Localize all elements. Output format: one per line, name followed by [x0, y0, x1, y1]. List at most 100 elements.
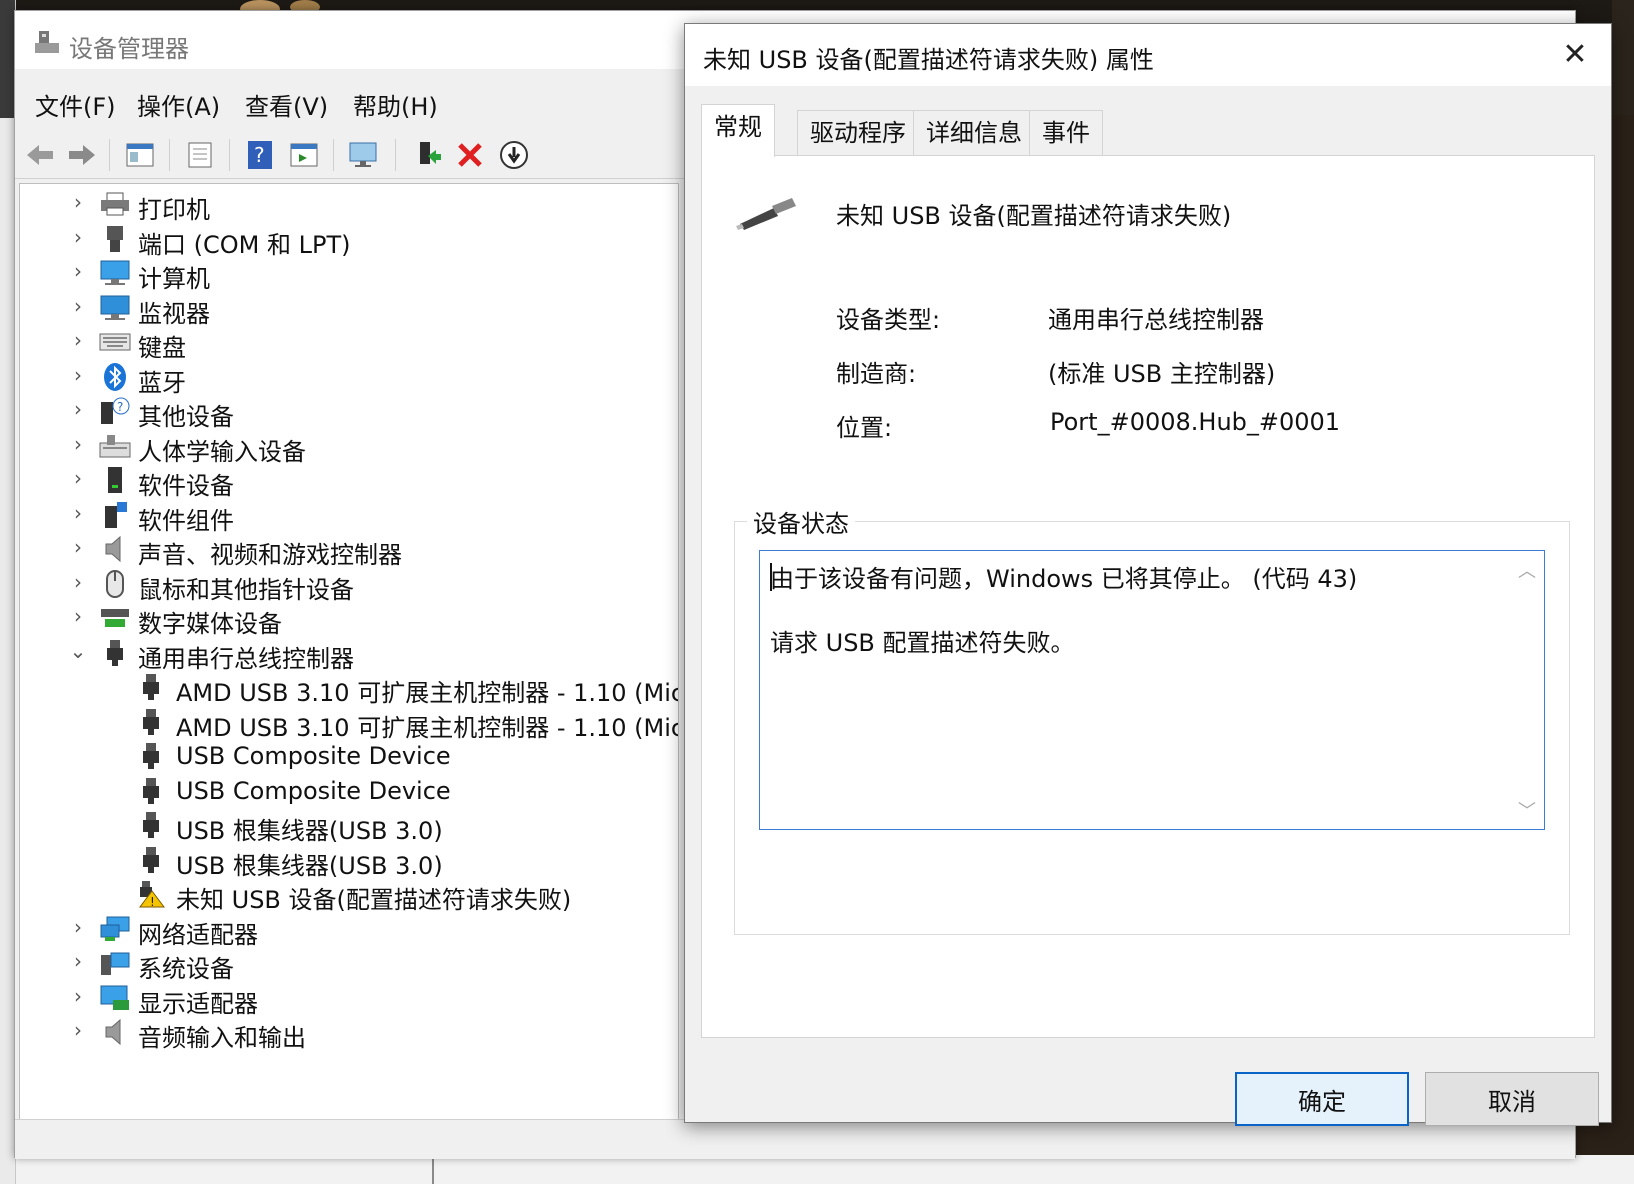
chevron-right-icon[interactable]: ›	[68, 535, 88, 559]
tree-item-computer[interactable]: › 计算机	[20, 255, 678, 293]
scroll-up-icon[interactable]: ︿	[1510, 553, 1544, 587]
chevron-down-icon[interactable]: ⌄	[68, 639, 88, 663]
menu-action[interactable]: 操作(A)	[137, 87, 220, 122]
update-view-icon[interactable]	[287, 139, 321, 171]
tree-item-usb-child[interactable]: USB Composite Device	[20, 738, 678, 774]
tree-item-label: USB Composite Device	[176, 742, 451, 770]
background-window-edge	[0, 1155, 1634, 1184]
chevron-right-icon[interactable]: ›	[68, 466, 88, 490]
ok-button[interactable]: 确定	[1235, 1072, 1409, 1126]
usb-plug-icon	[134, 844, 168, 876]
scroll-down-icon[interactable]: ﹀	[1510, 793, 1544, 827]
usb-plug-icon	[134, 809, 168, 841]
tree-item-usb-child[interactable]: USB 根集线器(USB 3.0)	[20, 807, 678, 845]
speaker-icon	[98, 1016, 132, 1048]
status-scrollbar[interactable]: ︿ ﹀	[1510, 551, 1544, 829]
chevron-right-icon[interactable]: ›	[68, 949, 88, 973]
dialog-titlebar: 未知 USB 设备(配置描述符请求失败) 属性 ✕	[685, 24, 1611, 86]
chevron-right-icon[interactable]: ›	[68, 259, 88, 283]
chevron-right-icon[interactable]: ›	[68, 570, 88, 594]
chevron-right-icon[interactable]: ›	[68, 328, 88, 352]
forward-arrow-icon[interactable]	[65, 139, 99, 171]
tree-item-display-adapters[interactable]: › 显示适配器	[20, 980, 678, 1018]
chevron-right-icon[interactable]: ›	[68, 915, 88, 939]
chevron-right-icon[interactable]: ›	[68, 363, 88, 387]
chevron-right-icon[interactable]: ›	[68, 501, 88, 525]
tree-item-label: 音频输入和输出	[138, 1024, 306, 1052]
tree-item-usb-child[interactable]: AMD USB 3.10 可扩展主机控制器 - 1.10 (Micro	[20, 704, 678, 742]
device-status-textbox[interactable]: 由于该设备有问题，Windows 已将其停止。 (代码 43) 请求 USB 配…	[759, 550, 1545, 830]
printer-icon	[98, 188, 132, 220]
status-message-line2: 请求 USB 配置描述符失败。	[770, 629, 1075, 657]
chevron-right-icon[interactable]: ›	[68, 984, 88, 1008]
update-driver-icon[interactable]	[411, 139, 445, 171]
usb-plug-icon	[134, 671, 168, 703]
device-status-title: 设备状态	[747, 504, 855, 539]
other-devices-icon: ?	[98, 395, 132, 427]
menu-view[interactable]: 查看(V)	[245, 87, 328, 122]
back-arrow-icon[interactable]	[23, 139, 57, 171]
uninstall-device-icon[interactable]	[453, 139, 487, 171]
software-device-icon	[98, 464, 132, 496]
properties-sheet-icon[interactable]	[183, 139, 217, 171]
speaker-icon	[98, 533, 132, 565]
tree-item-system-devices[interactable]: › 系统设备	[20, 945, 678, 983]
tree-item-sound-video-game[interactable]: › 声音、视频和游戏控制器	[20, 531, 678, 569]
tree-item-mice[interactable]: › 鼠标和其他指针设备	[20, 566, 678, 604]
chevron-right-icon[interactable]: ›	[68, 432, 88, 456]
hid-icon	[98, 430, 132, 462]
scan-hardware-icon[interactable]	[347, 139, 381, 171]
tree-item-hid[interactable]: › 人体学输入设备	[20, 428, 678, 466]
tree-item-keyboards[interactable]: › 键盘	[20, 324, 678, 362]
bluetooth-icon	[98, 361, 132, 393]
desktop-background-right	[1612, 0, 1634, 115]
tree-item-usb-child[interactable]: USB 根集线器(USB 3.0)	[20, 842, 678, 880]
usb-plug-icon	[134, 775, 168, 807]
tree-item-monitors[interactable]: › 监视器	[20, 290, 678, 328]
menu-file[interactable]: 文件(F)	[35, 87, 116, 122]
device-manager-icon	[33, 29, 61, 55]
chevron-right-icon[interactable]: ›	[68, 190, 88, 214]
device-manager-title: 设备管理器	[69, 35, 189, 63]
tab-driver[interactable]: 驱动程序	[797, 110, 919, 156]
chevron-right-icon[interactable]: ›	[68, 604, 88, 628]
tree-item-software-components[interactable]: › 软件组件	[20, 497, 678, 535]
chevron-right-icon[interactable]: ›	[68, 294, 88, 318]
tree-item-other-devices[interactable]: › ? 其他设备	[20, 393, 678, 431]
disable-device-icon[interactable]	[497, 139, 531, 171]
usb-plug-icon	[134, 740, 168, 772]
display-adapter-icon	[98, 982, 132, 1014]
menu-help[interactable]: 帮助(H)	[353, 87, 438, 122]
tree-item-printers[interactable]: › 打印机	[20, 186, 678, 224]
device-status-group: 设备状态 由于该设备有问题，Windows 已将其停止。 (代码 43) 请求 …	[734, 504, 1570, 935]
show-hide-tree-icon[interactable]	[123, 139, 157, 171]
monitor-icon	[98, 292, 132, 324]
software-component-icon	[98, 499, 132, 531]
device-type-value: 通用串行总线控制器	[1048, 306, 1264, 334]
tree-item-bluetooth[interactable]: › 蓝牙	[20, 359, 678, 397]
tree-item-network-adapters[interactable]: › 网络适配器	[20, 911, 678, 949]
tree-item-usb-child[interactable]: USB Composite Device	[20, 773, 678, 809]
tree-item-ports[interactable]: › 端口 (COM 和 LPT)	[20, 221, 678, 259]
svg-text:!: !	[150, 895, 155, 909]
tree-item-usb-child[interactable]: AMD USB 3.10 可扩展主机控制器 - 1.10 (Micro	[20, 669, 678, 707]
manufacturer-value: (标准 USB 主控制器)	[1048, 360, 1276, 388]
tree-item-label: USB Composite Device	[176, 776, 451, 805]
chevron-right-icon[interactable]: ›	[68, 225, 88, 249]
tree-item-software-devices[interactable]: › 软件设备	[20, 462, 678, 500]
tree-item-digital-media[interactable]: › 数字媒体设备	[20, 600, 678, 638]
usb-plug-icon	[98, 637, 132, 669]
tab-events[interactable]: 事件	[1029, 110, 1103, 156]
tree-item-usb-controllers[interactable]: ⌄ 通用串行总线控制器	[20, 635, 678, 673]
close-icon[interactable]: ✕	[1557, 36, 1593, 72]
cancel-button[interactable]: 取消	[1425, 1072, 1599, 1126]
tree-item-unknown-usb-device[interactable]: ! 未知 USB 设备(配置描述符请求失败)	[20, 876, 678, 914]
chevron-right-icon[interactable]: ›	[68, 1018, 88, 1042]
chevron-right-icon[interactable]: ›	[68, 397, 88, 421]
tab-details[interactable]: 详细信息	[913, 110, 1035, 156]
tree-item-audio-io[interactable]: › 音频输入和输出	[20, 1014, 678, 1052]
manufacturer-label: 制造商:	[836, 360, 917, 388]
properties-dialog: 未知 USB 设备(配置描述符请求失败) 属性 ✕ 常规 驱动程序 详细信息 事…	[684, 23, 1612, 1126]
tab-general[interactable]: 常规	[701, 104, 775, 157]
help-icon[interactable]: ?	[243, 139, 277, 171]
